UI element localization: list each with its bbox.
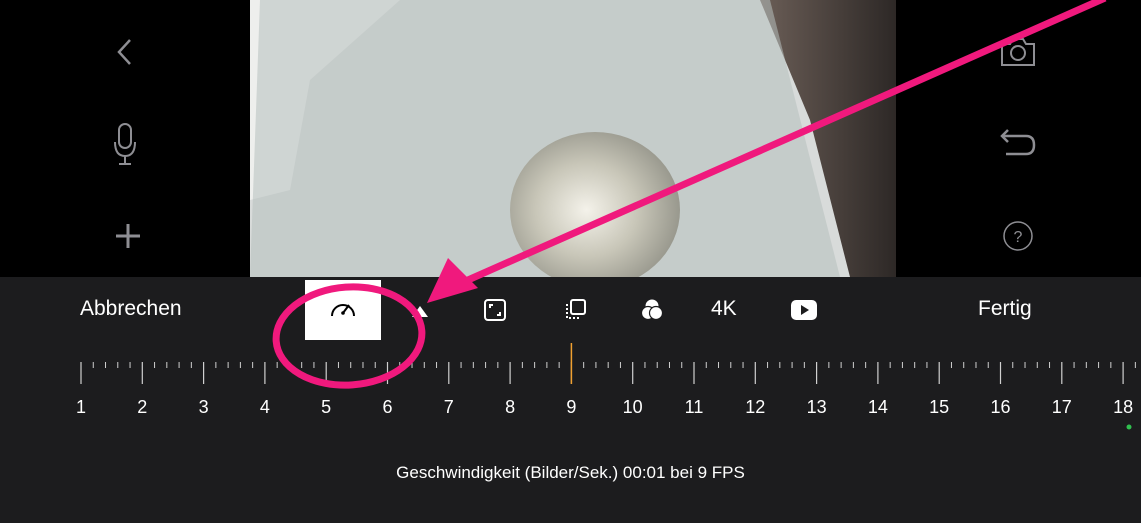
triangle-icon[interactable] (405, 296, 435, 326)
back-chevron-icon[interactable] (105, 32, 145, 72)
left-rail (0, 0, 250, 277)
ruler-tick-label: 10 (622, 397, 643, 417)
undo-icon[interactable] (996, 122, 1040, 162)
microphone-icon[interactable] (105, 120, 145, 168)
ruler-tick-label: 7 (443, 397, 454, 417)
color-filter-icon[interactable] (636, 294, 668, 326)
ruler-tick-label: 16 (990, 397, 1011, 417)
cancel-button[interactable]: Abbrechen (80, 297, 182, 321)
speed-button[interactable] (305, 280, 381, 340)
ruler-tick-label: 2 (137, 397, 148, 417)
ruler-tick-label: 3 (198, 397, 209, 417)
svg-text:?: ? (1014, 229, 1023, 246)
resolution-button[interactable]: 4K (711, 297, 737, 321)
plus-icon[interactable] (108, 216, 148, 256)
crop-frame-icon[interactable] (479, 294, 511, 326)
ruler-tick-label: 4 (259, 397, 270, 417)
video-preview (250, 0, 896, 277)
ruler-tick-label: 1 (75, 397, 87, 417)
end-indicator-dot (1126, 424, 1132, 430)
ruler-tick-label: 8 (505, 397, 516, 417)
done-button[interactable]: Fertig (978, 297, 1032, 321)
speed-status-text: Geschwindigkeit (Bilder/Sek.) 00:01 bei … (396, 463, 745, 482)
ruler-tick-label: 17 (1051, 397, 1072, 417)
ruler-tick-label: 18 (1113, 397, 1134, 417)
ruler-tick-label: 14 (867, 397, 888, 417)
ruler-tick-label: 6 (382, 397, 393, 417)
play-icon[interactable] (788, 294, 820, 326)
ruler-tick-label: 13 (806, 397, 827, 417)
ruler-tick-label: 15 (929, 397, 950, 417)
speedometer-icon (328, 296, 358, 325)
ruler-tick-label: 12 (745, 397, 766, 417)
right-rail: ? (896, 0, 1141, 277)
camera-icon[interactable] (996, 32, 1040, 72)
ruler-tick-label: 5 (321, 397, 332, 417)
ruler-tick-label: 11 (684, 397, 704, 417)
ruler-tick-label: 9 (566, 397, 577, 417)
overlay-layers-icon[interactable] (559, 294, 591, 326)
help-icon[interactable]: ? (996, 216, 1040, 256)
